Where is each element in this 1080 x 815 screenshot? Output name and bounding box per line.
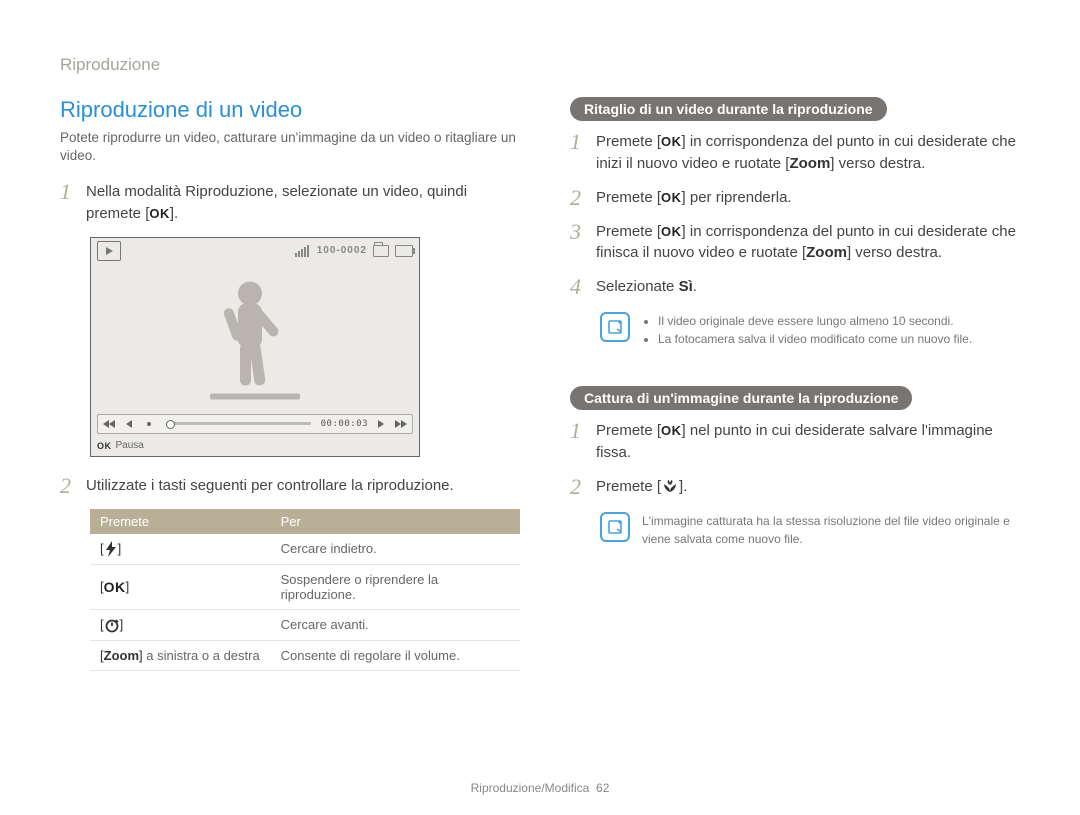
step-text: Premete [OK] in corrispondenza del punto… xyxy=(596,221,1020,265)
screen-bottom: OK Pausa xyxy=(91,436,419,456)
left-column: Riproduzione di un video Potete riprodur… xyxy=(60,97,520,671)
ffwd-icon xyxy=(394,417,408,431)
text: ]. xyxy=(170,205,178,222)
note-icon xyxy=(600,512,630,542)
trim-step-4: 4 Selezionate Sì. xyxy=(570,276,1020,298)
volume-icon xyxy=(295,245,309,257)
step-number: 1 xyxy=(570,420,586,464)
ok-icon: OK xyxy=(661,190,682,205)
right-column: Ritaglio di un video durante la riproduz… xyxy=(570,97,1020,671)
screen-topbar: 100-0002 xyxy=(91,238,419,264)
step-text: Nella modalità Riproduzione, selezionate… xyxy=(86,181,520,225)
zoom-key: [Zoom] [Zoom] a sinistra o a destraa sin… xyxy=(90,640,271,670)
table-row: [Zoom] [Zoom] a sinistra o a destraa sin… xyxy=(90,640,520,670)
step-text: Utilizzate i tasti seguenti per controll… xyxy=(86,475,454,497)
table-row: [] Cercare indietro. xyxy=(90,534,520,565)
step-number: 1 xyxy=(570,131,586,175)
timer-key: [] xyxy=(100,617,123,633)
capture-step-1: 1 Premete [OK] nel punto in cui desidera… xyxy=(570,420,1020,464)
note-box: L'immagine catturata ha la stessa risolu… xyxy=(600,512,1020,548)
cell-desc: Sospendere o riprendere la riproduzione. xyxy=(271,564,520,609)
ok-icon: OK xyxy=(661,423,682,438)
prev-icon xyxy=(122,417,136,431)
step-number: 4 xyxy=(570,276,586,298)
cell-desc: Cercare avanti. xyxy=(271,609,520,640)
note-text: L'immagine catturata ha la stessa risolu… xyxy=(642,512,1020,548)
cell-desc: Cercare indietro. xyxy=(271,534,520,565)
col-header: Per xyxy=(271,509,520,534)
note-item: Il video originale deve essere lungo alm… xyxy=(658,312,972,330)
current-icon xyxy=(142,417,156,431)
ok-key: [OK] xyxy=(100,579,129,595)
macro-icon xyxy=(661,479,679,493)
rewind-icon xyxy=(102,417,116,431)
flash-key: [] xyxy=(100,541,121,557)
next-icon xyxy=(374,417,388,431)
cell-desc: Consente di regolare il volume. xyxy=(271,640,520,670)
step-number: 3 xyxy=(570,221,586,265)
ok-icon: OK xyxy=(661,134,682,149)
step-text: Premete [OK] nel punto in cui desiderate… xyxy=(596,420,1020,464)
ok-icon: OK xyxy=(661,224,682,239)
note-box: Il video originale deve essere lungo alm… xyxy=(600,312,1020,348)
folder-icon xyxy=(373,245,389,257)
note-icon xyxy=(600,312,630,342)
step-number: 2 xyxy=(570,187,586,209)
play-mode-icon xyxy=(97,241,121,261)
trim-step-3: 3 Premete [OK] in corrispondenza del pun… xyxy=(570,221,1020,265)
pause-label: Pausa xyxy=(116,440,144,451)
footer-section: Riproduzione/Modifica xyxy=(471,781,590,795)
file-counter: 100-0002 xyxy=(317,245,367,256)
breadcrumb: Riproduzione xyxy=(60,55,1020,75)
ok-icon: OK xyxy=(104,579,126,595)
step-2: 2 Utilizzate i tasti seguenti per contro… xyxy=(60,475,520,497)
video-screen-mock: 100-0002 00:00:03 OK Pausa xyxy=(90,237,420,457)
screen-top-right: 100-0002 xyxy=(295,245,413,257)
text: Nella modalità Riproduzione, selezionate… xyxy=(86,183,467,222)
step-text: Premete [OK] per riprenderla. xyxy=(596,187,792,209)
section-heading: Riproduzione di un video xyxy=(60,97,520,123)
trim-step-1: 1 Premete [OK] in corrispondenza del pun… xyxy=(570,131,1020,175)
step-text: Premete [OK] in corrispondenza del punto… xyxy=(596,131,1020,175)
trim-heading-pill: Ritaglio di un video durante la riproduz… xyxy=(570,97,887,121)
page-number: 62 xyxy=(596,781,609,795)
note-text: Il video originale deve essere lungo alm… xyxy=(642,312,972,348)
timer-icon xyxy=(104,617,120,633)
person-silhouette xyxy=(210,275,300,410)
ok-icon: OK xyxy=(97,441,112,451)
section-intro: Potete riprodurre un video, catturare un… xyxy=(60,129,520,165)
table-row: [OK] Sospendere o riprendere la riproduz… xyxy=(90,564,520,609)
flash-icon xyxy=(104,541,118,557)
controls-table: Premete Per [] Cercare indietro. [OK] So… xyxy=(90,509,520,671)
capture-heading-pill: Cattura di un'immagine durante la riprod… xyxy=(570,386,912,410)
ok-icon: OK xyxy=(149,206,170,221)
progress-bar xyxy=(166,422,311,425)
step-text: Selezionate Sì. xyxy=(596,276,697,298)
elapsed-time: 00:00:03 xyxy=(321,419,368,429)
capture-step-2: 2 Premete []. xyxy=(570,476,1020,498)
table-row: [] Cercare avanti. xyxy=(90,609,520,640)
trim-step-2: 2 Premete [OK] per riprenderla. xyxy=(570,187,1020,209)
player-bar: 00:00:03 xyxy=(97,414,413,434)
step-1: 1 Nella modalità Riproduzione, seleziona… xyxy=(60,181,520,225)
col-header: Premete xyxy=(90,509,271,534)
page-footer: Riproduzione/Modifica 62 xyxy=(0,781,1080,795)
step-number: 2 xyxy=(60,475,76,497)
step-number: 2 xyxy=(570,476,586,498)
step-text: Premete []. xyxy=(596,476,687,498)
note-item: La fotocamera salva il video modificato … xyxy=(658,330,972,348)
battery-icon xyxy=(395,245,413,257)
step-number: 1 xyxy=(60,181,76,225)
